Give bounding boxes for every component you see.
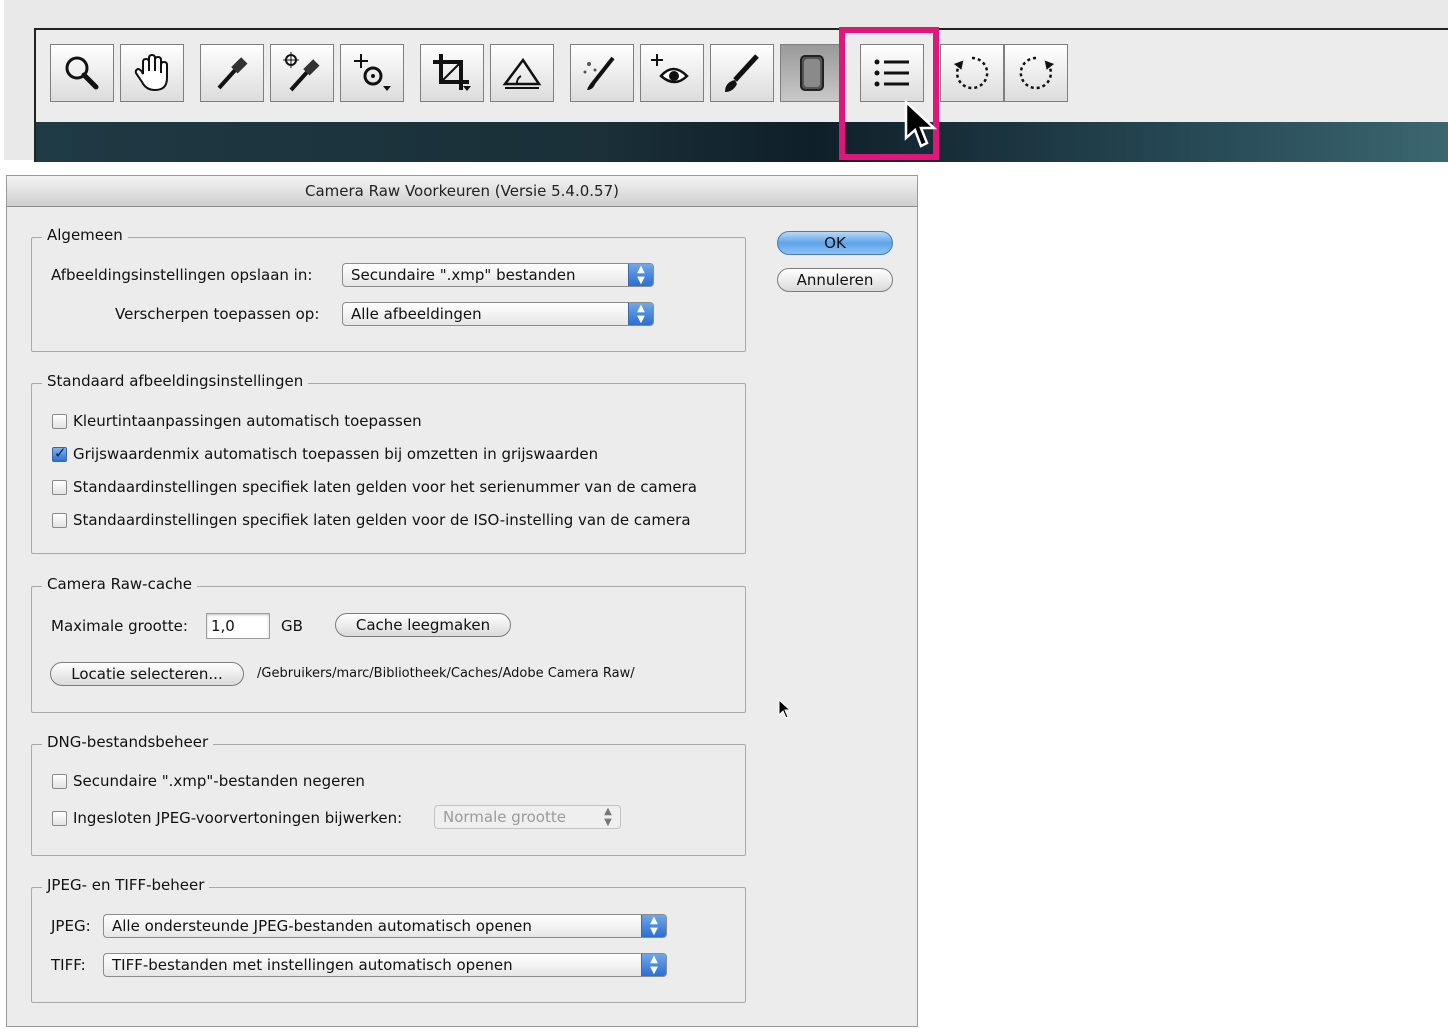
white-balance-icon	[217, 57, 248, 90]
white-balance-tool-button[interactable]	[200, 44, 264, 102]
select-value: Normale grootte	[443, 808, 566, 826]
zoom-tool-button[interactable]	[50, 44, 114, 102]
select-value: Alle ondersteunde JPEG-bestanden automat…	[112, 917, 532, 935]
cache-group: Camera Raw-cache Maximale grootte: 1,0 G…	[31, 575, 746, 713]
preferences-dialog: Camera Raw Voorkeuren (Versie 5.4.0.57) …	[6, 175, 918, 1027]
color-sampler-icon	[283, 52, 320, 92]
spot-removal-tool-button[interactable]	[570, 44, 634, 102]
hand-tool-button[interactable]	[120, 44, 184, 102]
pointer-cursor-icon	[778, 699, 792, 719]
crop-icon	[433, 54, 471, 91]
update-previews-row: Ingesloten JPEG-voorvertoningen bijwerke…	[52, 808, 402, 828]
red-eye-tool-button[interactable]	[640, 44, 704, 102]
purge-cache-button[interactable]: Cache leegmaken	[335, 613, 511, 637]
ok-button[interactable]: OK	[777, 231, 893, 255]
rotate-right-button[interactable]	[1004, 44, 1068, 102]
spot-removal-icon	[583, 56, 615, 90]
group-legend: JPEG- en TIFF-beheer	[42, 876, 210, 894]
select-value: TIFF-bestanden met instellingen automati…	[112, 956, 513, 974]
checkbox-label: Kleurtintaanpassingen automatisch toepas…	[73, 412, 422, 430]
color-sampler-tool-button[interactable]	[270, 44, 334, 102]
rotate-left-button[interactable]	[940, 44, 1004, 102]
straighten-icon	[502, 57, 542, 89]
auto-tone-checkbox[interactable]	[52, 413, 67, 429]
image-preview-strip	[36, 122, 1448, 162]
auto-tone-row: Kleurtintaanpassingen automatisch toepas…	[52, 411, 422, 431]
iso-specific-row: Standaardinstellingen specifiek laten ge…	[52, 510, 691, 530]
preview-size-select[interactable]: Normale grootte ▲ ▼	[434, 805, 621, 829]
ignore-xmp-checkbox[interactable]	[52, 773, 67, 789]
adjustment-brush-tool-button[interactable]	[710, 44, 774, 102]
group-legend: Camera Raw-cache	[42, 575, 198, 593]
crop-tool-button[interactable]	[420, 44, 484, 102]
defaults-group: Standaard afbeeldingsinstellingen Kleurt…	[31, 372, 746, 554]
toolbar-frame	[34, 28, 1448, 162]
jpeg-handling-select[interactable]: Alle ondersteunde JPEG-bestanden automat…	[103, 914, 667, 938]
sharpen-select[interactable]: Alle afbeeldingen ▲ ▼	[342, 302, 654, 326]
tiff-label: TIFF:	[51, 956, 86, 974]
max-size-label: Maximale grootte:	[51, 617, 188, 635]
general-group: Algemeen Afbeeldingsinstellingen opslaan…	[31, 226, 746, 352]
rotate-right-icon	[1019, 56, 1055, 90]
rotate-left-icon	[953, 56, 989, 90]
jpeg-tiff-group: JPEG- en TIFF-beheer JPEG: Alle onderste…	[31, 876, 746, 1003]
adjustment-brush-icon	[725, 54, 759, 92]
red-eye-icon	[651, 54, 689, 84]
checkbox-label: Secundaire ".xmp"-bestanden negeren	[73, 772, 365, 790]
select-arrows-icon: ▲ ▼	[641, 915, 666, 937]
tiff-handling-select[interactable]: TIFF-bestanden met instellingen automati…	[103, 953, 667, 977]
select-arrows-icon: ▲ ▼	[604, 806, 612, 828]
auto-grayscale-checkbox[interactable]	[52, 444, 67, 462]
select-arrows-icon: ▲ ▼	[628, 264, 653, 286]
straighten-tool-button[interactable]	[490, 44, 554, 102]
save-settings-label: Afbeeldingsinstellingen opslaan in:	[51, 266, 313, 284]
checkbox-label: Ingesloten JPEG-voorvertoningen bijwerke…	[73, 809, 403, 827]
update-previews-checkbox[interactable]	[52, 810, 67, 826]
group-legend: Algemeen	[42, 226, 128, 244]
checkbox-label: Grijswaardenmix automatisch toepassen bi…	[73, 445, 599, 463]
targeted-adjustment-icon	[354, 54, 391, 91]
dialog-title: Camera Raw Voorkeuren (Versie 5.4.0.57)	[7, 176, 917, 207]
toolbar-area	[4, 0, 1448, 162]
jpeg-label: JPEG:	[51, 917, 91, 935]
serial-specific-checkbox[interactable]	[52, 479, 67, 495]
sharpen-label: Verscherpen toepassen op:	[115, 305, 320, 323]
select-arrows-icon: ▲ ▼	[641, 954, 666, 976]
graduated-filter-tool-button[interactable]	[780, 44, 844, 102]
group-legend: DNG-bestandsbeheer	[42, 733, 214, 751]
auto-grayscale-row: Grijswaardenmix automatisch toepassen bi…	[52, 444, 598, 464]
mouse-cursor-icon	[904, 100, 938, 148]
cache-path-text: /Gebruikers/marc/Bibliotheek/Caches/Adob…	[257, 666, 635, 681]
dng-group: DNG-bestandsbeheer Secundaire ".xmp"-bes…	[31, 733, 746, 856]
camera-raw-toolbar	[50, 44, 1430, 108]
select-arrows-icon: ▲ ▼	[628, 303, 653, 325]
cancel-button[interactable]: Annuleren	[777, 268, 893, 292]
targeted-adjustment-tool-button[interactable]	[340, 44, 404, 102]
graduated-filter-icon	[800, 55, 824, 91]
checkbox-label: Standaardinstellingen specifiek laten ge…	[73, 478, 697, 496]
preferences-icon	[874, 59, 909, 87]
size-unit-label: GB	[281, 617, 303, 635]
group-legend: Standaard afbeeldingsinstellingen	[42, 372, 309, 390]
serial-specific-row: Standaardinstellingen specifiek laten ge…	[52, 477, 697, 497]
iso-specific-checkbox[interactable]	[52, 512, 67, 528]
zoom-icon	[65, 56, 99, 90]
hand-icon	[134, 53, 168, 92]
select-value: Alle afbeeldingen	[351, 305, 482, 323]
max-size-input[interactable]: 1,0	[206, 613, 270, 639]
checkbox-label: Standaardinstellingen specifiek laten ge…	[73, 511, 691, 529]
select-value: Secundaire ".xmp" bestanden	[351, 266, 576, 284]
select-location-button[interactable]: Locatie selecteren...	[50, 662, 244, 686]
ignore-xmp-row: Secundaire ".xmp"-bestanden negeren	[52, 771, 365, 791]
save-settings-select[interactable]: Secundaire ".xmp" bestanden ▲ ▼	[342, 263, 654, 287]
preferences-button[interactable]	[860, 44, 924, 102]
